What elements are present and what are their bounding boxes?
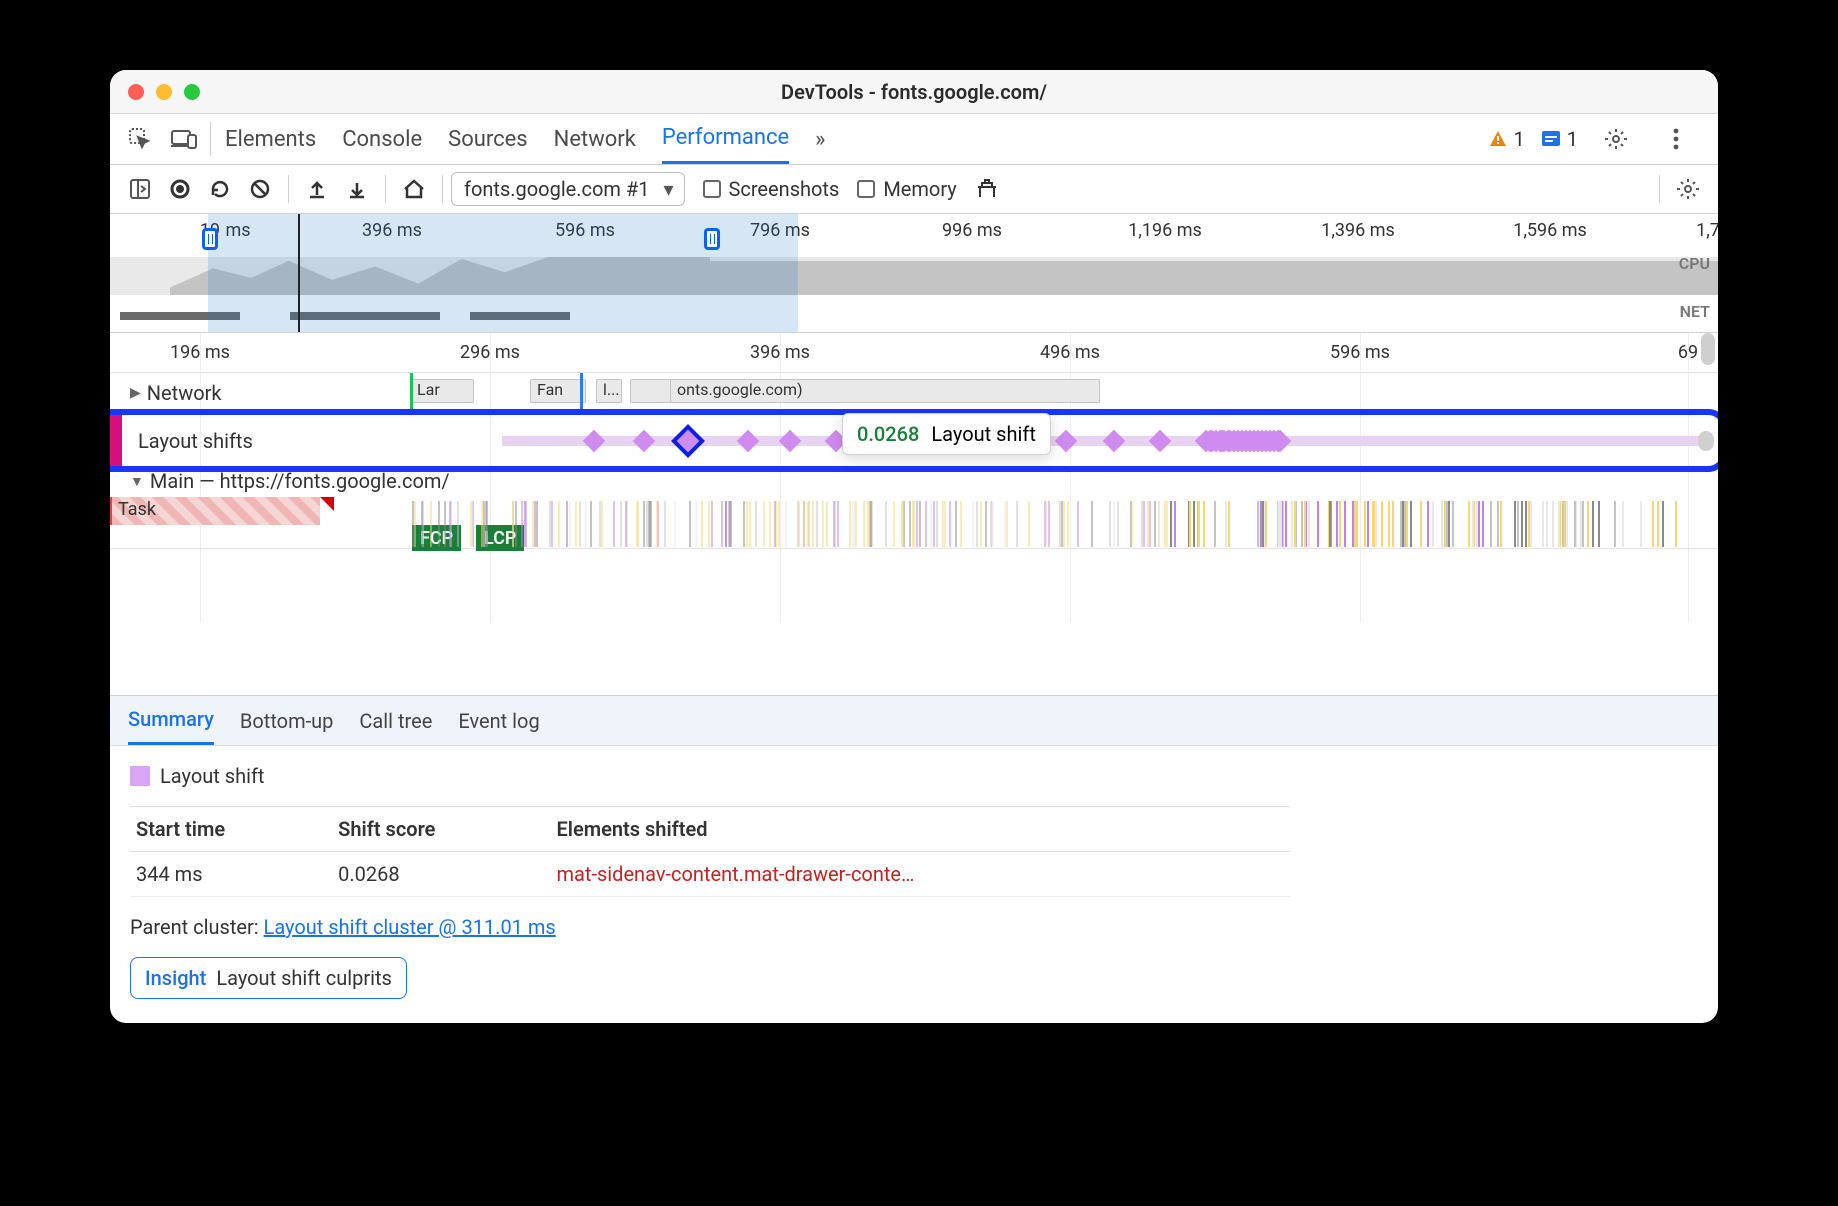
overview-tick: 1,196 ms [1128,220,1202,241]
upload-profile-button[interactable] [297,169,337,209]
devtools-window: DevTools - fonts.google.com/ Elements Co… [110,70,1718,1023]
separator [210,122,211,156]
ruler-tick: 296 ms [460,342,520,363]
score-value: 0.0268 [332,852,550,897]
start-time-value: 344 ms [130,852,332,897]
summary-table: Start time Shift score Elements shifted … [130,806,1290,897]
parent-cluster-link[interactable]: Layout shift cluster @ 311.01 ms [264,915,556,939]
console-errors-indicator[interactable]: 1 [1541,127,1578,151]
overview-marker [298,214,300,332]
collapse-icon: ▶ [130,385,141,401]
close-window-button[interactable] [128,84,144,100]
shifted-element-link[interactable]: mat-sidenav-content.mat-drawer-conte… [557,862,915,886]
inspect-element-icon[interactable] [118,114,162,164]
clear-button[interactable] [240,169,280,209]
lcp-marker-line [580,373,583,412]
download-profile-button[interactable] [337,169,377,209]
tab-elements[interactable]: Elements [225,114,316,164]
record-button[interactable] [160,169,200,209]
screenshots-checkbox[interactable]: Screenshots [703,177,840,201]
time-ruler: 196 ms 296 ms 396 ms 496 ms 596 ms 69 [110,333,1718,373]
reload-record-button[interactable] [200,169,240,209]
fcp-marker-line [410,373,413,412]
more-tabs-button[interactable]: » [815,114,825,164]
flamechart-area[interactable]: 196 ms 296 ms 396 ms 496 ms 596 ms 69 ▶ Netwo… [110,333,1718,696]
insight-prefix: Insight [145,966,206,990]
target-selector[interactable]: fonts.google.com #1 [451,172,685,206]
vertical-scrollbar[interactable] [1701,333,1715,365]
overview-tick: 996 ms [942,220,1002,241]
cpu-label: CPU [1679,254,1710,273]
target-selector-label: fonts.google.com #1 [464,177,650,201]
issues-indicator[interactable]: 1 [1488,127,1525,151]
summary-pane: Layout shift Start time Shift score Elem… [110,746,1718,1023]
selection-handle-right[interactable] [704,228,720,250]
tab-call-tree[interactable]: Call tree [359,696,432,745]
toggle-panel-icon[interactable] [120,169,160,209]
overview-tick: 1,596 ms [1513,220,1587,241]
tab-summary[interactable]: Summary [128,696,214,745]
memory-label: Memory [883,177,956,201]
network-request[interactable]: Fan [530,379,586,403]
capture-settings-icon[interactable] [1668,169,1708,209]
tooltip-score: 0.0268 [857,422,919,446]
performance-toolbar: fonts.google.com #1 Screenshots Memory [110,165,1718,214]
titlebar: DevTools - fonts.google.com/ [110,70,1718,114]
settings-icon[interactable] [1594,127,1638,151]
summary-heading: Layout shift [160,764,264,788]
network-request[interactable]: l... [596,379,622,403]
tab-performance[interactable]: Performance [662,114,789,164]
console-errors-count: 1 [1567,127,1578,151]
ruler-tick: 396 ms [750,342,810,363]
insight-text: Layout shift culprits [216,966,392,990]
table-row: 344 ms 0.0268 mat-sidenav-content.mat-dr… [130,852,1290,897]
tab-event-log[interactable]: Event log [458,696,539,745]
checkbox-icon [703,180,721,198]
long-task[interactable]: Task [110,497,320,525]
timeline-overview[interactable]: 19ms396 ms596 ms796 ms996 ms1,196 ms1,39… [110,214,1718,333]
ruler-tick: 69 [1678,342,1698,363]
device-toolbar-icon[interactable] [162,114,206,164]
overview-tick: 1,7 [1696,220,1718,241]
network-track[interactable]: ▶ Network Lar Fan l... onts.google.com) [110,373,1718,413]
tasks-mini [410,501,1708,547]
collect-garbage-button[interactable] [967,169,1007,209]
memory-checkbox[interactable]: Memory [857,177,956,201]
tab-network[interactable]: Network [554,114,636,164]
layout-shift-swatch [130,766,150,786]
net-label: NET [1680,302,1710,321]
tooltip-label: Layout shift [931,422,1035,446]
network-request[interactable]: onts.google.com) [670,379,1100,403]
tab-sources[interactable]: Sources [448,114,528,164]
network-track-label[interactable]: ▶ Network [130,381,222,405]
window-title: DevTools - fonts.google.com/ [110,80,1718,104]
screenshots-label: Screenshots [729,177,840,201]
zoom-window-button[interactable] [184,84,200,100]
collapse-icon: ▼ [130,473,144,490]
panel-tabs: Elements Console Sources Network Perform… [110,114,1718,165]
col-start-time: Start time [130,807,332,852]
network-request[interactable]: Lar [410,379,474,403]
col-elements-shifted: Elements shifted [551,807,1291,852]
kebab-menu-icon[interactable] [1654,128,1698,150]
issues-count: 1 [1514,127,1525,151]
selection-handle-left[interactable] [202,228,218,250]
ruler-tick: 196 ms [170,342,230,363]
minimize-window-button[interactable] [156,84,172,100]
tab-console[interactable]: Console [342,114,422,164]
ruler-tick: 596 ms [1330,342,1390,363]
main-track-label[interactable]: ▼ Main — https://fonts.google.com/ [130,469,450,493]
parent-cluster-row: Parent cluster: Layout shift cluster @ 3… [130,915,1698,939]
tab-bottom-up[interactable]: Bottom-up [240,696,334,745]
checkbox-icon [857,180,875,198]
overview-tick: 1,396 ms [1321,220,1395,241]
insight-button[interactable]: Insight Layout shift culprits [130,957,407,999]
home-button[interactable] [394,169,434,209]
details-tabs: Summary Bottom-up Call tree Event log [110,696,1718,746]
ruler-tick: 496 ms [1040,342,1100,363]
col-shift-score: Shift score [332,807,550,852]
main-thread-track[interactable]: ▼ Main — https://fonts.google.com/ Task … [110,469,1718,549]
layout-shift-tooltip: 0.0268 Layout shift [842,413,1051,455]
